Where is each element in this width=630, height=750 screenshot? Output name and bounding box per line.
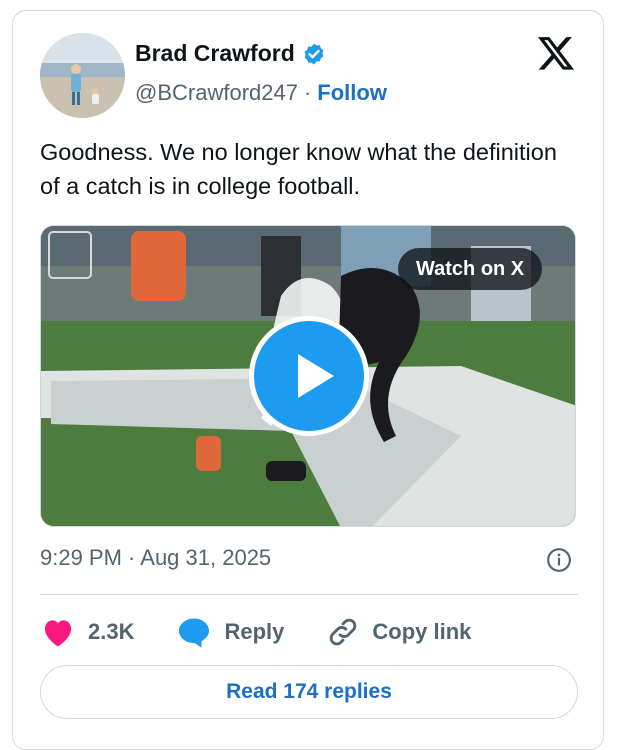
- x-logo-icon[interactable]: [536, 33, 576, 73]
- read-replies-label: Read 174 replies: [226, 680, 392, 703]
- author-name-row[interactable]: Brad Crawford: [135, 40, 326, 67]
- reply-label: Reply: [224, 619, 285, 644]
- reply-bubble-icon: [179, 618, 210, 648]
- heart-icon: [44, 620, 72, 647]
- play-button[interactable]: [249, 316, 369, 436]
- copy-link-label: Copy link: [372, 619, 472, 644]
- reply-button[interactable]: Reply: [176, 615, 284, 649]
- info-icon[interactable]: [546, 547, 572, 573]
- play-icon: [298, 354, 334, 398]
- author-handle-row: @BCrawford247 · Follow: [135, 80, 387, 106]
- tweet-text: Goodness. We no longer know what the def…: [40, 139, 557, 199]
- follow-button[interactable]: Follow: [317, 80, 387, 106]
- tweet-timestamp[interactable]: 9:29 PM · Aug 31, 2025: [40, 545, 271, 571]
- copy-link-button[interactable]: Copy link: [326, 615, 471, 649]
- link-icon: [330, 618, 357, 646]
- avatar[interactable]: [40, 33, 125, 118]
- watch-on-x-button[interactable]: Watch on X: [398, 248, 543, 290]
- watch-on-x-label: Watch on X: [416, 257, 525, 280]
- action-bar: 2.3K Reply Copy link: [40, 612, 471, 652]
- verified-badge-icon: [304, 43, 324, 64]
- like-button[interactable]: 2.3K: [40, 616, 134, 648]
- read-replies-button[interactable]: Read 174 replies: [40, 665, 578, 719]
- separator-dot: ·: [303, 80, 312, 105]
- author-handle[interactable]: @BCrawford247: [135, 80, 298, 106]
- divider: [40, 594, 578, 595]
- like-count: 2.3K: [88, 619, 135, 644]
- author-name[interactable]: Brad Crawford: [135, 40, 295, 67]
